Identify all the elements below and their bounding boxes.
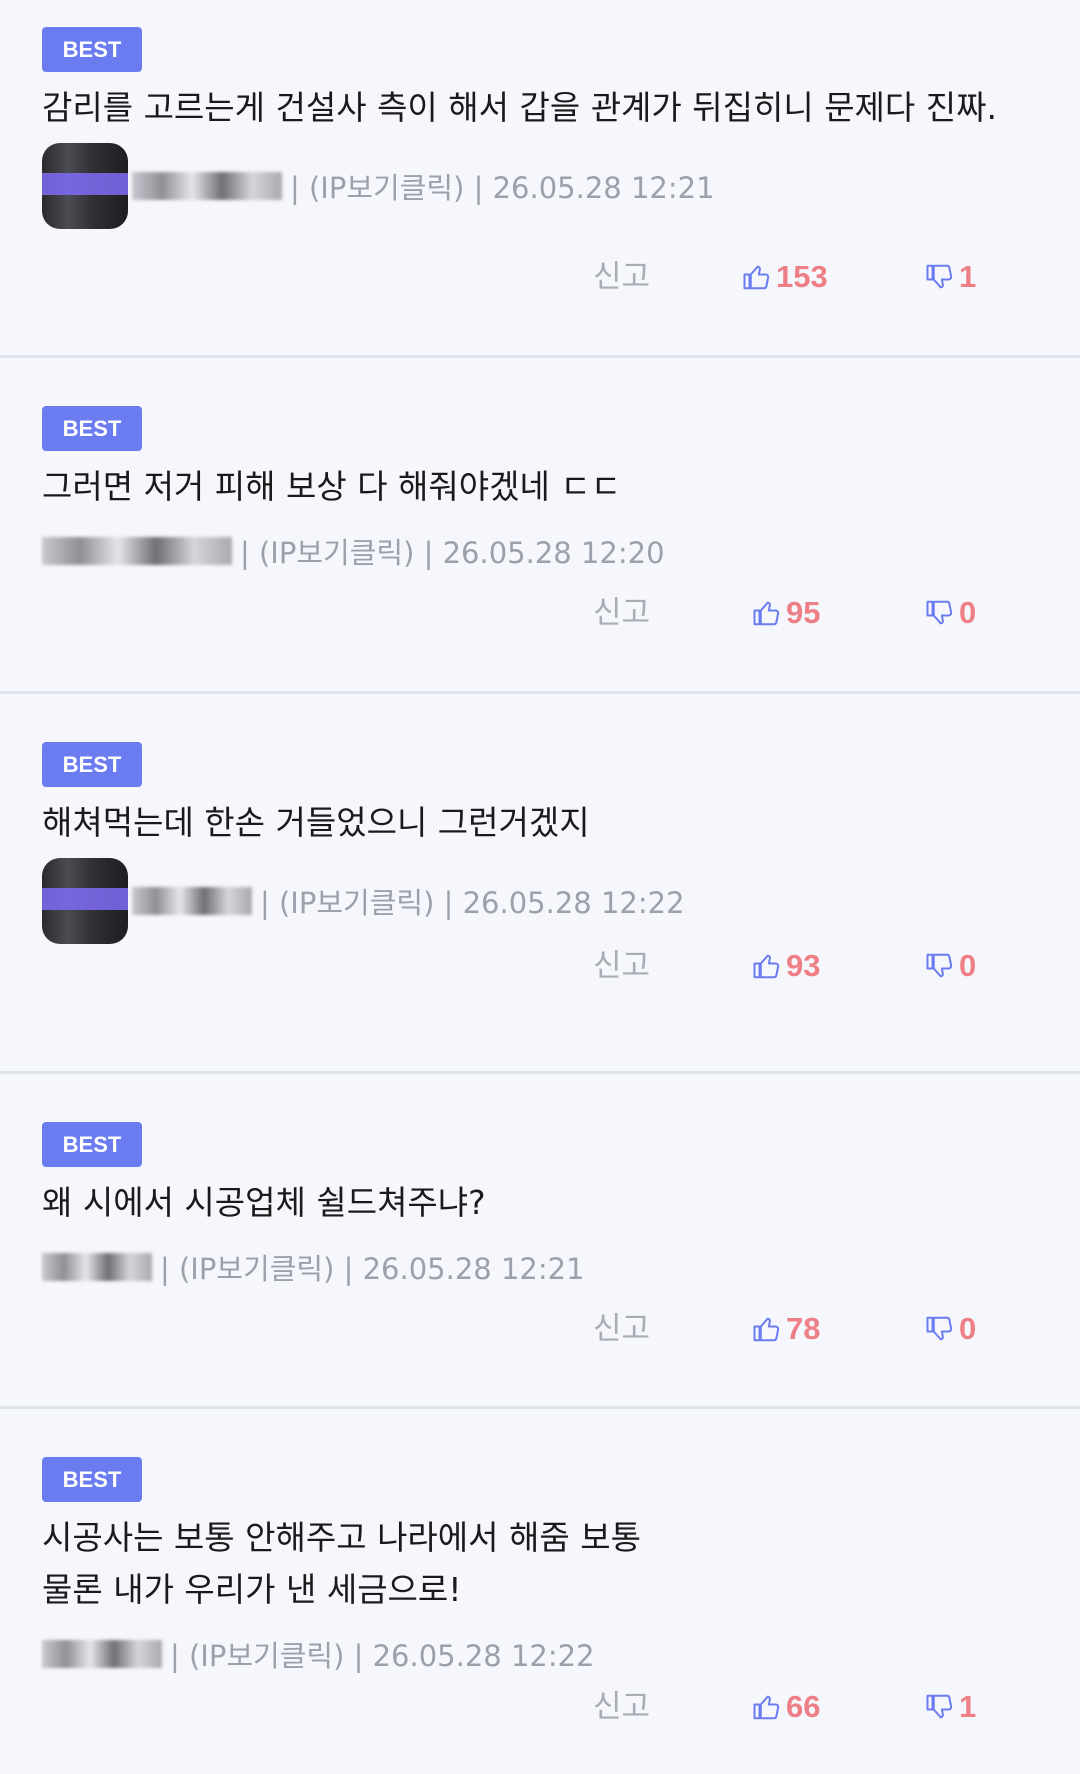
- report-button[interactable]: 신고: [593, 252, 650, 302]
- thumbs-down-icon: [925, 262, 955, 292]
- dislike-button[interactable]: 0: [925, 941, 976, 991]
- report-button[interactable]: 신고: [593, 1682, 650, 1732]
- like-button[interactable]: 153: [742, 252, 828, 302]
- nickname-blurred[interactable]: [132, 887, 252, 915]
- best-badge: BEST: [42, 406, 142, 451]
- comment-meta: | (IP보기클릭) | 26.05.28 12:21: [42, 1237, 1080, 1297]
- comment-text: 해쳐먹는데 한손 거들었으니 그런거겠지: [42, 803, 590, 842]
- thumbs-down-icon: [925, 1692, 955, 1722]
- comment-meta: | (IP보기클릭) | 26.05.28 12:21: [42, 142, 1080, 230]
- comment-text: 감리를 고르는게 건설사 측이 해서 갑을 관계가 뒤집히니 문제다 진짜.: [42, 88, 997, 127]
- like-button[interactable]: 95: [752, 588, 820, 638]
- thumbs-up-icon: [752, 598, 782, 628]
- comment-info: | (IP보기클릭) | 26.05.28 12:21: [160, 1252, 585, 1286]
- comment-meta: | (IP보기클릭) | 26.05.28 12:20: [42, 521, 1080, 581]
- like-count: 66: [786, 1689, 821, 1724]
- comment-text: 그러면 저거 피해 보상 다 해줘야겠네 ㄷㄷ: [42, 467, 622, 506]
- thumbs-down-icon: [925, 598, 955, 628]
- comment-text: 왜 시에서 시공업체 쉴드쳐주냐?: [42, 1183, 486, 1222]
- comment-actions: 신고 66 1: [0, 1682, 1080, 1732]
- comment-text: 시공사는 보통 안해주고 나라에서 해줌 보통 물론 내가 우리가 낸 세금으로…: [42, 1518, 641, 1609]
- nickname-blurred[interactable]: [42, 1253, 152, 1281]
- like-button[interactable]: 78: [752, 1304, 820, 1354]
- comment-actions: 신고 95 0: [0, 588, 1080, 638]
- comment-info: | (IP보기클릭) | 26.05.28 12:22: [260, 886, 685, 920]
- like-button[interactable]: 66: [752, 1682, 820, 1732]
- comment-item: BEST 시공사는 보통 안해주고 나라에서 해줌 보통 물론 내가 우리가 낸…: [0, 1409, 1080, 1774]
- best-badge: BEST: [42, 1457, 142, 1502]
- like-count: 95: [786, 595, 821, 630]
- comment-meta: | (IP보기클릭) | 26.05.28 12:22: [42, 857, 1080, 945]
- report-button[interactable]: 신고: [593, 588, 650, 638]
- nickname-blurred[interactable]: [132, 172, 282, 200]
- thumbs-up-icon: [742, 262, 772, 292]
- thumbs-up-icon: [752, 1692, 782, 1722]
- comment-info: | (IP보기클릭) | 26.05.28 12:21: [290, 171, 715, 205]
- like-count: 153: [776, 259, 828, 294]
- comment-actions: 신고 78 0: [0, 1304, 1080, 1354]
- avatar[interactable]: [42, 858, 128, 944]
- dislike-button[interactable]: 1: [925, 252, 976, 302]
- best-badge: BEST: [42, 1122, 142, 1167]
- best-badge: BEST: [42, 742, 142, 787]
- report-button[interactable]: 신고: [593, 941, 650, 991]
- avatar[interactable]: [42, 143, 128, 229]
- comment-list: BEST 감리를 고르는게 건설사 측이 해서 갑을 관계가 뒤집히니 문제다 …: [0, 0, 1080, 1774]
- dislike-count: 1: [959, 259, 977, 294]
- comment-item: BEST 그러면 저거 피해 보상 다 해줘야겠네 ㄷㄷ | (IP보기클릭) …: [0, 358, 1080, 694]
- thumbs-up-icon: [752, 951, 782, 981]
- thumbs-down-icon: [925, 1314, 955, 1344]
- dislike-button[interactable]: 1: [925, 1682, 976, 1732]
- like-button[interactable]: 93: [752, 941, 820, 991]
- comment-meta: | (IP보기클릭) | 26.05.28 12:22: [42, 1624, 1080, 1684]
- dislike-count: 0: [959, 1311, 977, 1346]
- thumbs-down-icon: [925, 951, 955, 981]
- dislike-count: 0: [959, 948, 977, 983]
- comment-info: | (IP보기클릭) | 26.05.28 12:20: [240, 536, 665, 570]
- comment-item: BEST 감리를 고르는게 건설사 측이 해서 갑을 관계가 뒤집히니 문제다 …: [0, 0, 1080, 358]
- dislike-button[interactable]: 0: [925, 588, 976, 638]
- best-badge: BEST: [42, 27, 142, 72]
- comment-info: | (IP보기클릭) | 26.05.28 12:22: [170, 1639, 595, 1673]
- dislike-count: 1: [959, 1689, 977, 1724]
- comment-actions: 신고 93 0: [0, 941, 1080, 991]
- nickname-blurred[interactable]: [42, 1640, 162, 1668]
- comment-item: BEST 왜 시에서 시공업체 쉴드쳐주냐? | (IP보기클릭) | 26.0…: [0, 1074, 1080, 1409]
- comment-actions: 신고 153 1: [0, 252, 1080, 302]
- like-count: 78: [786, 1311, 821, 1346]
- nickname-blurred[interactable]: [42, 537, 232, 565]
- dislike-button[interactable]: 0: [925, 1304, 976, 1354]
- comment-item: BEST 해쳐먹는데 한손 거들었으니 그런거겠지 | (IP보기클릭) | 2…: [0, 694, 1080, 1074]
- dislike-count: 0: [959, 595, 977, 630]
- thumbs-up-icon: [752, 1314, 782, 1344]
- like-count: 93: [786, 948, 821, 983]
- report-button[interactable]: 신고: [593, 1304, 650, 1354]
